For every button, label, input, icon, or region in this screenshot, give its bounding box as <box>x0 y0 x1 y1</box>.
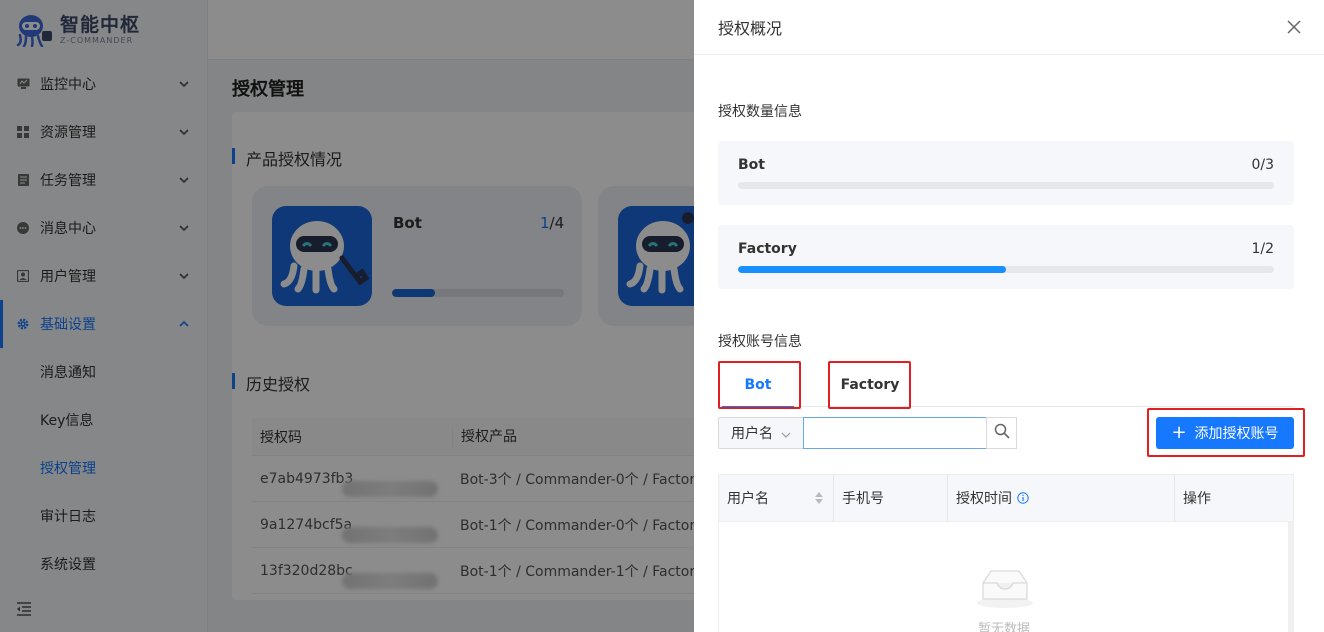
quota-name: Bot <box>738 157 765 173</box>
close-icon[interactable] <box>1286 19 1302 35</box>
empty-inbox-icon <box>975 565 1035 609</box>
column-label: 用户名 <box>727 491 769 507</box>
column-header-actions: 操作 <box>1174 474 1293 522</box>
search-icon <box>994 423 1010 443</box>
add-license-account-button[interactable]: + 添加授权账号 <box>1156 417 1294 449</box>
quota-card-factory: Factory 1/2 <box>718 225 1294 289</box>
table-header: 用户名 手机号 授权时间 操作 <box>719 474 1293 522</box>
modal-mask-sidebar[interactable] <box>0 0 208 632</box>
add-button-label: 添加授权账号 <box>1194 426 1279 442</box>
quota-value: 0/3 <box>1251 157 1274 173</box>
quota-name: Factory <box>738 241 797 257</box>
plus-icon: + <box>1171 422 1187 443</box>
drawer-title: 授权概况 <box>718 19 783 38</box>
quota-card-bot: Bot 0/3 <box>718 141 1294 205</box>
info-icon[interactable] <box>1017 492 1029 504</box>
column-header-auth-time: 授权时间 <box>947 474 1174 522</box>
column-header-username[interactable]: 用户名 <box>719 475 833 522</box>
account-section-title: 授权账号信息 <box>718 334 802 350</box>
quota-progress-bar <box>738 182 1274 189</box>
drawer-header: 授权概况 <box>694 0 1324 55</box>
scrollbar[interactable] <box>1288 522 1294 632</box>
quota-value: 1/2 <box>1251 241 1274 257</box>
quota-progress-bar <box>738 266 1274 273</box>
column-label: 授权时间 <box>956 491 1012 507</box>
search-button[interactable] <box>986 417 1017 449</box>
chevron-down-icon <box>781 428 791 438</box>
search-input[interactable] <box>803 417 987 449</box>
filter-field-select[interactable]: 用户名 <box>718 417 804 449</box>
empty-text: 暂无数据 <box>977 622 1030 632</box>
empty-state: 暂无数据 <box>719 523 1289 632</box>
quota-progress-fill <box>738 266 1006 273</box>
license-overview-drawer: 授权概况 授权数量信息 Bot 0/3 Factory 1/2 授权账号信息 B… <box>694 0 1324 632</box>
filter-selected-value: 用户名 <box>731 426 773 442</box>
account-table: 用户名 手机号 授权时间 操作 暂无数据 <box>718 474 1294 632</box>
column-label: 手机号 <box>842 491 884 507</box>
modal-mask[interactable] <box>208 0 694 632</box>
column-header-phone: 手机号 <box>833 474 947 522</box>
account-tabs: Bot Factory <box>718 362 1294 408</box>
tab-bot[interactable]: Bot <box>718 362 798 408</box>
quota-section-title: 授权数量信息 <box>718 104 802 120</box>
tab-factory[interactable]: Factory <box>830 362 910 407</box>
sort-icon[interactable] <box>815 491 823 504</box>
column-label: 操作 <box>1183 491 1211 507</box>
